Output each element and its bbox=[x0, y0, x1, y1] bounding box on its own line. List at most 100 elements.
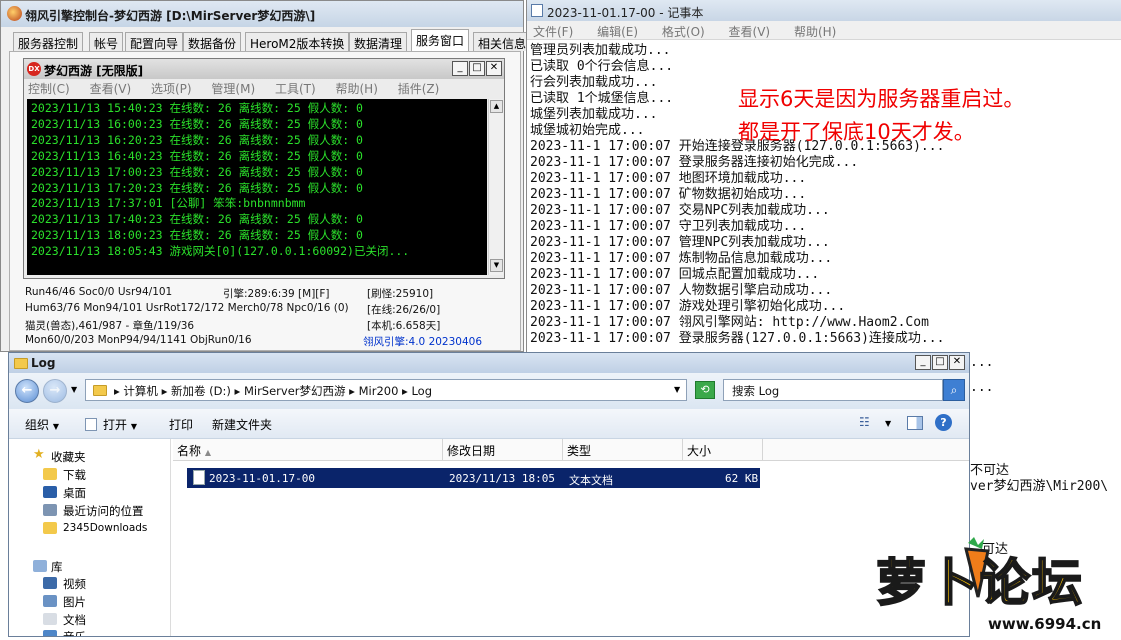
game-server-title: 梦幻西游 [无限版] bbox=[44, 64, 144, 78]
search-input[interactable]: 搜索 Log bbox=[723, 379, 943, 401]
engine-app-icon bbox=[7, 6, 22, 21]
column-date[interactable]: 修改日期 bbox=[443, 439, 563, 461]
tab-service-window[interactable]: 服务窗口 bbox=[411, 29, 470, 52]
menu-options[interactable]: 选项(P) bbox=[151, 82, 192, 96]
nav-desktop[interactable]: 桌面 bbox=[63, 485, 86, 501]
picture-icon bbox=[43, 595, 57, 607]
menu-file[interactable]: 文件(F) bbox=[533, 25, 573, 39]
organize-button[interactable]: 组织 ▼ bbox=[25, 416, 59, 433]
maximize-icon[interactable]: □ bbox=[932, 355, 948, 370]
notepad-title-bar[interactable]: 2023-11-01.17-00 - 记事本 bbox=[527, 0, 1121, 21]
stat-engine: 引擎:289:6:39 [M][F] bbox=[223, 288, 330, 300]
preview-pane-icon[interactable] bbox=[907, 416, 923, 430]
background-text: ver梦幻西游\Mir200\ bbox=[970, 479, 1109, 494]
stat-mon-obj: Mon60/0/203 MonP94/94/1141 ObjRun0/16 bbox=[25, 334, 252, 346]
text-line: 2023-11-1 17:00:07 登录服务器(127.0.0.1:5663)… bbox=[530, 331, 945, 346]
menu-edit[interactable]: 编辑(E) bbox=[597, 25, 638, 39]
menu-tools[interactable]: 工具(T) bbox=[275, 82, 316, 96]
log-line: 2023/11/13 16:20:23 在线数: 26 离线数: 25 假人数:… bbox=[31, 132, 363, 147]
open-button[interactable]: 打开 ▼ bbox=[103, 416, 137, 433]
menu-format[interactable]: 格式(O) bbox=[662, 25, 705, 39]
log-line: 2023/11/13 17:00:23 在线数: 26 离线数: 25 假人数:… bbox=[31, 164, 363, 179]
engine-title-bar[interactable]: 翎风引擎控制台-梦幻西游 [D:\MirServer梦幻西游\] bbox=[1, 1, 523, 27]
nav-library[interactable]: 库 bbox=[51, 559, 63, 575]
forward-arrow-icon[interactable]: → bbox=[43, 379, 67, 403]
tab-related-info[interactable]: 相关信息 bbox=[473, 32, 532, 51]
document-icon bbox=[85, 418, 97, 431]
folder-icon bbox=[14, 358, 28, 369]
chevron-down-icon: ▼ bbox=[130, 422, 137, 431]
file-type: 文本文档 bbox=[569, 474, 613, 487]
back-arrow-icon[interactable]: ← bbox=[15, 379, 39, 403]
text-line: 已读取 0个行会信息... bbox=[530, 59, 674, 74]
search-icon[interactable]: ⌕ bbox=[943, 379, 965, 401]
address-dropdown-icon[interactable]: ▼ bbox=[674, 385, 680, 394]
text-line: 2023-11-1 17:00:07 登录服务器连接初始化完成... bbox=[530, 155, 859, 170]
column-name[interactable]: 名称 ▲ bbox=[173, 439, 443, 461]
nav-downloads[interactable]: 下载 bbox=[63, 467, 86, 483]
close-icon[interactable]: ✕ bbox=[486, 61, 502, 76]
file-name: 2023-11-01.17-00 bbox=[209, 472, 315, 485]
log-line: 2023/11/13 18:05:43 游戏网关[0](127.0.0.1:60… bbox=[31, 244, 410, 259]
search-placeholder: 搜索 Log bbox=[732, 384, 780, 398]
nav-videos[interactable]: 视频 bbox=[63, 576, 86, 592]
sort-up-icon: ▲ bbox=[204, 448, 211, 457]
recent-places-icon bbox=[43, 504, 57, 516]
scroll-down-icon[interactable]: ▼ bbox=[490, 259, 503, 272]
stat-run: Run46/46 Soc0/0 Usr94/101 bbox=[25, 286, 173, 298]
nav-pictures[interactable]: 图片 bbox=[63, 594, 86, 610]
print-button[interactable]: 打印 bbox=[169, 416, 193, 433]
history-dropdown-icon[interactable]: ▼ bbox=[71, 385, 77, 394]
log-line: 2023/11/13 17:40:23 在线数: 26 离线数: 25 假人数:… bbox=[31, 212, 363, 227]
menu-control[interactable]: 控制(C) bbox=[28, 82, 70, 96]
tab-config-wizard[interactable]: 配置向导 bbox=[125, 32, 184, 51]
game-server-title-bar[interactable]: 梦幻西游 [无限版] bbox=[24, 59, 504, 79]
menu-view[interactable]: 查看(V) bbox=[729, 25, 771, 39]
column-type[interactable]: 类型 bbox=[563, 439, 683, 461]
site-watermark-logo: 萝卜论坛 www.6994.cn bbox=[870, 535, 1121, 637]
game-server-window: 梦幻西游 [无限版] DX _ □ ✕ 控制(C) 查看(V) 选项(P) 管理… bbox=[23, 58, 505, 279]
engine-console-window: 翎风引擎控制台-梦幻西游 [D:\MirServer梦幻西游\] 服务器控制 帐… bbox=[0, 0, 532, 352]
menu-view[interactable]: 查看(V) bbox=[90, 82, 132, 96]
tab-server-control[interactable]: 服务器控制 bbox=[13, 32, 84, 51]
logo-url: www.6994.cn bbox=[988, 615, 1102, 633]
console-scrollbar[interactable]: ▲ ▼ bbox=[488, 99, 503, 275]
new-folder-button[interactable]: 新建文件夹 bbox=[212, 416, 272, 433]
explorer-title-bar[interactable]: Log bbox=[9, 353, 969, 373]
view-options-icon[interactable]: ☷ bbox=[859, 415, 870, 429]
column-size[interactable]: 大小 bbox=[683, 439, 763, 461]
menu-help[interactable]: 帮助(H) bbox=[794, 25, 836, 39]
file-row-selected[interactable]: 2023-11-01.17-00 2023/11/13 18:05 文本文档 6… bbox=[187, 468, 760, 488]
tab-data-cleanup[interactable]: 数据清理 bbox=[349, 32, 408, 51]
minimize-icon[interactable]: _ bbox=[915, 355, 931, 370]
scroll-up-icon[interactable]: ▲ bbox=[490, 100, 503, 113]
star-icon: ★ bbox=[33, 447, 45, 462]
nav-favorites[interactable]: 收藏夹 bbox=[51, 449, 86, 465]
file-size: 62 KB bbox=[725, 472, 759, 485]
refresh-icon[interactable]: ⟲ bbox=[695, 381, 715, 399]
nav-music[interactable]: 音乐 bbox=[63, 629, 86, 636]
nav-documents[interactable]: 文档 bbox=[63, 612, 86, 628]
stat-uptime: [本机:6.658天] bbox=[367, 320, 441, 332]
menu-plugins[interactable]: 插件(Z) bbox=[398, 82, 440, 96]
address-field[interactable]: ▸ 计算机 ▸ 新加卷 (D:) ▸ MirServer梦幻西游 ▸ Mir20… bbox=[85, 379, 687, 401]
nav-2345downloads[interactable]: 2345Downloads bbox=[63, 522, 147, 534]
menu-manage[interactable]: 管理(M) bbox=[211, 82, 255, 96]
tab-herom2-convert[interactable]: HeroM2版本转换 bbox=[245, 32, 350, 51]
minimize-icon[interactable]: _ bbox=[452, 61, 468, 76]
inner-window-controls: _ □ ✕ bbox=[452, 61, 504, 77]
engine-version-link[interactable]: 翎风引擎:4.0 20230406 bbox=[363, 334, 482, 349]
close-icon[interactable]: ✕ bbox=[949, 355, 965, 370]
tab-account[interactable]: 帐号 bbox=[89, 32, 124, 51]
background-text: ... bbox=[970, 380, 994, 395]
tab-data-backup[interactable]: 数据备份 bbox=[183, 32, 242, 51]
server-log-console[interactable]: 2023/11/13 15:40:23 在线数: 26 离线数: 25 假人数:… bbox=[27, 99, 487, 275]
nav-recent[interactable]: 最近访问的位置 bbox=[63, 503, 144, 519]
text-line: 管理员列表加载成功... bbox=[530, 43, 671, 58]
maximize-icon[interactable]: □ bbox=[469, 61, 485, 76]
text-file-icon bbox=[193, 470, 205, 485]
notepad-window: 2023-11-01.17-00 - 记事本 文件(F) 编辑(E) 格式(O)… bbox=[526, 0, 1121, 352]
chevron-down-icon[interactable]: ▼ bbox=[885, 419, 891, 428]
help-icon[interactable]: ? bbox=[935, 414, 952, 431]
menu-help[interactable]: 帮助(H) bbox=[336, 82, 378, 96]
